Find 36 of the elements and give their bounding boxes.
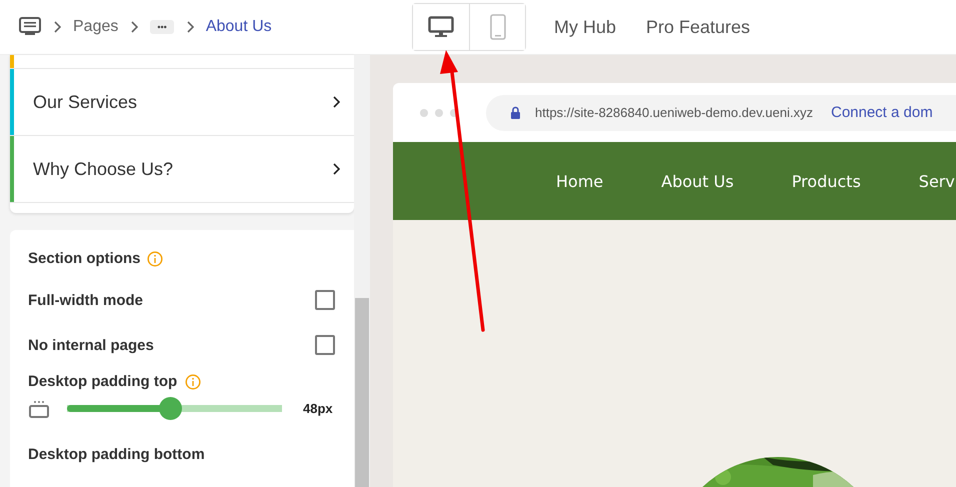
option-label: Full-width mode xyxy=(28,292,143,308)
padding-top-icon xyxy=(28,400,50,418)
section-label: Our Services xyxy=(33,92,138,112)
info-icon[interactable] xyxy=(146,250,162,266)
url-text: https://site-8286840.ueniweb-demo.dev.ueni.xyz xyxy=(535,105,813,120)
slider-thumb[interactable] xyxy=(159,397,182,420)
breadcrumb-link[interactable]: Pages xyxy=(73,18,118,36)
option-label: No internal pages xyxy=(28,336,154,354)
option-label: Desktop padding top xyxy=(28,373,178,390)
info-icon[interactable] xyxy=(185,374,202,390)
chevron-icon xyxy=(130,21,138,33)
section-label: Why Choose Us? xyxy=(33,158,174,180)
top-link[interactable]: Pro Features xyxy=(646,16,750,38)
top-link[interactable]: My Hub xyxy=(554,16,616,38)
slider-value: 48px xyxy=(303,401,333,416)
option-label: Desktop padding bottom xyxy=(28,446,206,463)
nav-link[interactable]: Products xyxy=(792,172,861,190)
nav-link[interactable]: Home xyxy=(556,172,604,190)
checkbox[interactable] xyxy=(315,290,335,310)
url-bar[interactable]: https://site-8286840.ueniweb-demo.dev.ueni.xyz Connect a dom xyxy=(486,94,956,130)
desktop-icon xyxy=(428,16,454,38)
lock-icon xyxy=(510,106,521,119)
nav-link[interactable]: About Us xyxy=(661,172,734,190)
nav-link[interactable]: Serv xyxy=(918,172,955,190)
more-button[interactable]: ••• xyxy=(150,20,174,34)
chevron-icon xyxy=(332,163,340,175)
connect-link[interactable]: Connect a dom xyxy=(830,104,933,121)
chevron-icon xyxy=(53,21,61,33)
pages-icon[interactable] xyxy=(19,17,41,37)
chevron-icon xyxy=(186,21,194,33)
chevron-icon xyxy=(332,96,340,108)
panel-title: Section options xyxy=(28,250,140,267)
checkbox[interactable] xyxy=(315,335,335,355)
phone-icon xyxy=(490,14,506,40)
device-toggle[interactable] xyxy=(469,4,525,50)
breadcrumb-link[interactable]: About Us xyxy=(206,18,272,36)
